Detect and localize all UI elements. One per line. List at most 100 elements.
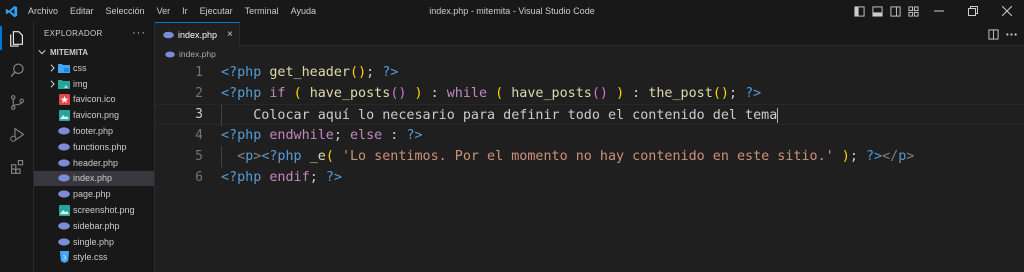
tree-item-label: header.php [73, 157, 119, 168]
tree-file[interactable]: 3 style.css [34, 250, 154, 266]
code-token: else [350, 128, 383, 143]
more-actions-icon[interactable]: ··· [132, 27, 146, 39]
title-bar: Archivo Editar Selección Ver Ir Ejecutar… [0, 0, 1024, 22]
code-token: ( [293, 86, 302, 101]
css-file-icon: 3 [58, 251, 70, 264]
code-token: : [422, 86, 447, 101]
tree-item-label: footer.php [73, 126, 114, 137]
text-cursor [777, 107, 779, 123]
code-line[interactable]: 4 <?php endwhile; else : ?> [155, 125, 1024, 146]
code-token: ?> [382, 65, 399, 80]
tree-file[interactable]: single.php [34, 234, 154, 250]
line-number: 6 [195, 170, 203, 185]
close-tab-icon[interactable]: × [227, 29, 233, 40]
tab-label: index.php [178, 29, 218, 40]
code-token: > [906, 149, 915, 164]
tree-item-label: style.css [73, 252, 108, 263]
tree-file[interactable]: index.php [34, 170, 154, 187]
code-token: ) [841, 149, 850, 164]
code-line[interactable]: 3 Colocar aquí lo necesario para definir… [155, 104, 1024, 126]
folder-css-icon [58, 62, 70, 74]
code-line[interactable]: 5 <p><?php _e( 'Lo sentimos. Por el mome… [155, 146, 1024, 167]
php-icon [58, 141, 70, 153]
tree-file[interactable]: favicon.png [34, 107, 154, 123]
extensions-icon[interactable] [0, 150, 34, 182]
tree-file[interactable]: header.php [34, 155, 154, 171]
tree-file[interactable]: functions.php [34, 139, 154, 155]
tree-item-label: favicon.ico [73, 94, 116, 105]
breadcrumb[interactable]: index.php [155, 46, 1024, 62]
workspace-folder[interactable]: MITEMITA [34, 44, 154, 60]
breadcrumb-file[interactable]: index.php [179, 49, 216, 59]
source-control-icon[interactable] [0, 86, 34, 118]
tree-folder[interactable]: css [34, 60, 154, 76]
menu-bar: Archivo Editar Selección Ver Ir Ejecutar… [22, 0, 322, 22]
code-token: the_post [648, 86, 713, 101]
code-editor[interactable]: 1 <?php get_header(); ?> 2 <?php if ( have_… [155, 62, 1024, 272]
php-icon [58, 188, 70, 200]
menu-terminal[interactable]: Terminal [239, 0, 285, 22]
code-token: ) [358, 65, 367, 80]
close-window-icon[interactable] [990, 0, 1024, 22]
line-number: 5 [195, 149, 203, 164]
code-line[interactable]: 1 <?php get_header(); ?> [155, 62, 1024, 83]
code-token: <?php [261, 149, 302, 164]
minimize-icon[interactable] [922, 0, 956, 22]
php-icon [58, 236, 70, 248]
layout-customize-icon[interactable] [850, 0, 868, 22]
code-token: ?> [325, 170, 342, 185]
menu-editar[interactable]: Editar [64, 0, 100, 22]
code-line[interactable]: 2 <?php if ( have_posts() ) : while ( hav… [155, 83, 1024, 104]
tab-index-php[interactable]: index.php × [155, 22, 240, 46]
search-icon[interactable] [0, 54, 34, 86]
split-editor-icon[interactable] [984, 22, 1002, 46]
tree-file[interactable]: screenshot.png [34, 202, 154, 218]
tree-item-label: page.php [73, 189, 111, 200]
code-token: <?php [221, 86, 262, 101]
menu-ver[interactable]: Ver [151, 0, 177, 22]
workspace-folder-label: MITEMITA [50, 47, 89, 57]
code-token: have_posts [309, 86, 391, 101]
run-debug-icon[interactable] [0, 118, 34, 150]
restore-icon[interactable] [956, 0, 990, 22]
tree-item-label: sidebar.php [73, 220, 120, 231]
code-line[interactable]: 6 <?php endif; ?> [155, 167, 1024, 188]
tree-item-label: functions.php [73, 141, 127, 152]
code-token: : [624, 86, 649, 101]
tree-file[interactable]: sidebar.php [34, 218, 154, 234]
code-token: ?> [406, 128, 423, 143]
code-token: </ [882, 149, 899, 164]
tree-folder[interactable]: img [34, 76, 154, 92]
toggle-secondary-sidebar-icon[interactable] [886, 0, 904, 22]
menu-ejecutar[interactable]: Ejecutar [194, 0, 239, 22]
chevron-right-icon [47, 63, 57, 73]
code-token: ; [849, 149, 866, 164]
code-token: ; [728, 86, 746, 101]
more-actions-icon[interactable] [1002, 22, 1020, 46]
menu-ir[interactable]: Ir [176, 0, 194, 22]
code-token: Colocar aquí lo necesario para definir t… [221, 108, 778, 123]
code-token: ) [616, 86, 625, 101]
tree-file[interactable]: favicon.ico [34, 92, 154, 108]
menu-seleccion[interactable]: Selección [100, 0, 151, 22]
tree-file[interactable]: footer.php [34, 123, 154, 139]
code-token: () [712, 86, 729, 101]
explorer-icon[interactable] [0, 22, 34, 54]
code-token: <?php [221, 65, 262, 80]
tree-item-label: css [73, 62, 87, 73]
menu-archivo[interactable]: Archivo [22, 0, 64, 22]
php-icon [58, 220, 70, 232]
layout-grid-icon[interactable] [904, 0, 922, 22]
code-token: ( [495, 86, 504, 101]
menu-ayuda[interactable]: Ayuda [285, 0, 322, 22]
code-token: 'Lo sentimos. Por el momento no hay cont… [341, 149, 834, 164]
toggle-panel-icon[interactable] [868, 0, 886, 22]
code-text: <?php if ( have_posts() ) : while ( have… [221, 83, 761, 104]
image-file-icon [58, 204, 70, 216]
code-token: ; [366, 65, 383, 80]
tree-file[interactable]: page.php [34, 186, 154, 202]
explorer-title: EXPLORADOR [44, 28, 103, 38]
code-text: <p><?php _e( 'Lo sentimos. Por el moment… [221, 146, 914, 167]
